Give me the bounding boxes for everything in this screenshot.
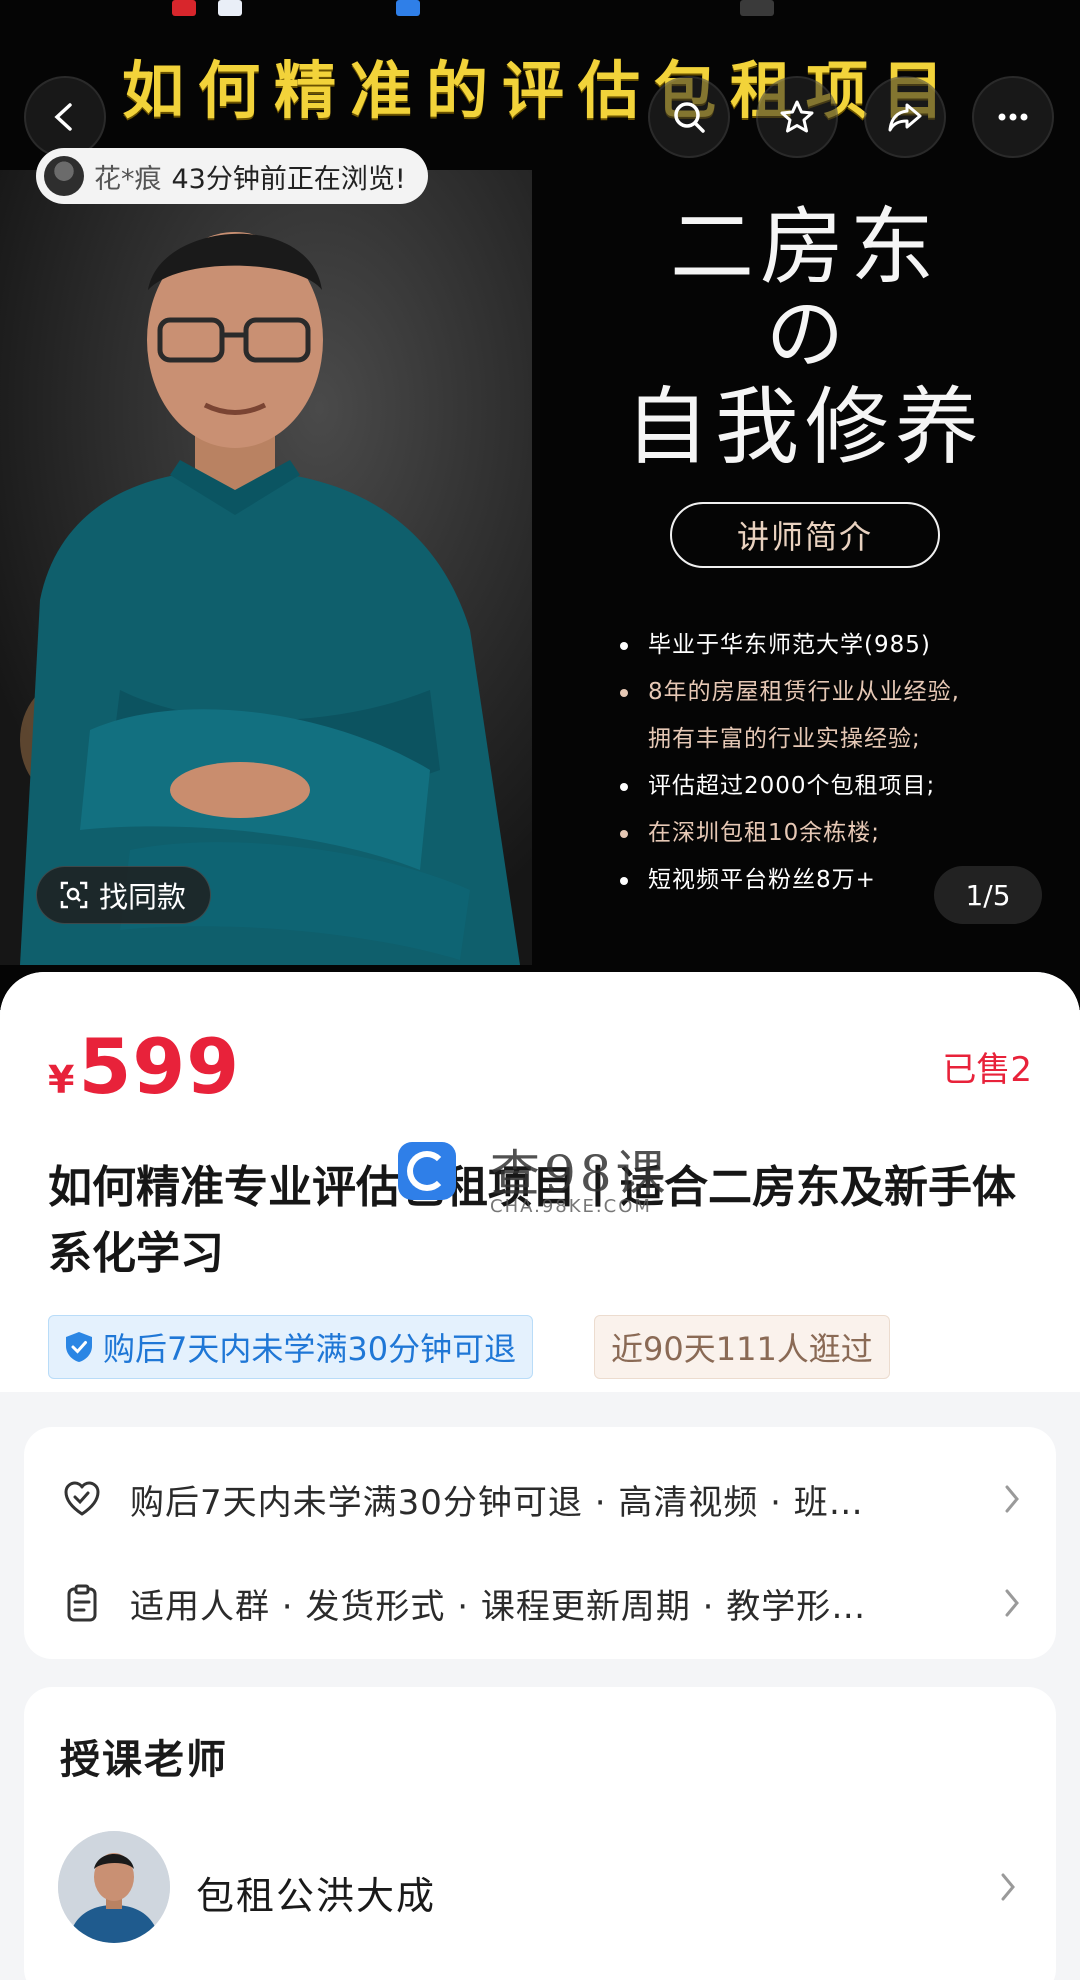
service-guarantee-text: 购后7天内未学满30分钟可退 · 高清视频 · 班… — [130, 1482, 864, 1523]
course-params-row[interactable]: 适用人群 · 发货形式 · 课程更新周期 · 教学形… — [62, 1573, 1022, 1633]
chevron-right-icon[interactable] — [998, 1871, 1018, 1903]
bullet-text: 短视频平台粉丝8万+ — [648, 867, 876, 893]
search-button[interactable] — [648, 76, 730, 158]
teacher-name[interactable]: 包租公洪大成 — [196, 1865, 436, 1920]
sold-count: 已售2 — [942, 1050, 1032, 1090]
bullet-item: 8年的房屋租赁行业从业经验, — [620, 669, 1040, 716]
bullet-text: 在深圳包租10余栋楼; — [648, 820, 881, 846]
star-icon — [780, 100, 814, 133]
bullet-text: 评估超过2000个包租项目; — [648, 773, 936, 799]
price: ¥ 599 — [48, 1022, 240, 1111]
promo-title-line3: 自我修养 — [624, 378, 985, 476]
service-guarantee-row[interactable]: 购后7天内未学满30分钟可退 · 高清视频 · 班… — [62, 1469, 1022, 1529]
bullet-item: 评估超过2000个包租项目; — [620, 763, 1040, 810]
viewer-avatar — [44, 156, 84, 196]
find-similar-button[interactable]: 找同款 — [36, 866, 212, 924]
bullet-text: 拥有丰富的行业实操经验; — [648, 726, 921, 752]
watermark-logo-icon — [398, 1142, 456, 1200]
bullet-dot — [620, 689, 628, 697]
watermark: 查98课 CHA.98KE.COM — [398, 1134, 688, 1224]
bullet-dot — [620, 642, 628, 650]
find-similar-label: 找同款 — [99, 880, 187, 914]
shield-check-icon — [66, 1332, 92, 1362]
teacher-avatar[interactable] — [58, 1831, 170, 1943]
scan-search-icon — [60, 881, 88, 909]
teacher-section-title: 授课老师 — [60, 1737, 228, 1783]
price-value: 599 — [78, 1022, 241, 1111]
app-notification-icon — [172, 0, 196, 16]
service-info-card: 购后7天内未学满30分钟可退 · 高清视频 · 班… 适用人群 · 发货形式 ·… — [24, 1427, 1056, 1659]
bullet-item: 拥有丰富的行业实操经验; — [620, 716, 1040, 763]
instructor-photo — [0, 170, 532, 965]
more-icon — [998, 113, 1028, 121]
clipboard-icon — [67, 1584, 97, 1622]
course-params-text: 适用人群 · 发货形式 · 课程更新周期 · 教学形… — [130, 1586, 867, 1627]
teacher-card: 授课老师 包租公洪大成 — [24, 1687, 1056, 1980]
bullet-item: 在深圳包租10余栋楼; — [620, 810, 1040, 857]
teacher-avatar-image — [58, 1831, 170, 1943]
more-button[interactable] — [972, 76, 1054, 158]
app-notification-icon — [396, 0, 420, 16]
refund-policy-label: 购后7天内未学满30分钟可退 — [103, 1330, 517, 1368]
status-bar — [0, 0, 1080, 18]
bullet-text: 毕业于华东师范大学(985) — [648, 632, 931, 658]
search-icon — [674, 102, 705, 133]
share-button[interactable] — [864, 76, 946, 158]
bullet-text: 8年的房屋租赁行业从业经验, — [648, 679, 960, 705]
favorite-button[interactable] — [756, 76, 838, 158]
product-gallery[interactable]: 如何精准的评估包租项目 花*痕 43分钟前正在浏览! 二房东 の 自我修养 讲师… — [0, 0, 1080, 1010]
back-button[interactable] — [24, 76, 106, 158]
gallery-page-counter: 1/5 — [934, 866, 1042, 924]
viewer-notice-text: 43分钟前正在浏览! — [171, 163, 406, 195]
instructor-portrait — [0, 170, 532, 965]
refund-policy-tag[interactable]: 购后7天内未学满30分钟可退 — [48, 1315, 534, 1379]
viewer-name: 花*痕 — [94, 163, 162, 195]
bullet-dot — [620, 830, 628, 838]
back-icon — [54, 103, 72, 131]
signal-icon — [740, 0, 774, 16]
bullet-dot — [620, 877, 628, 885]
chevron-right-icon — [1005, 1485, 1019, 1513]
instructor-intro-pill: 讲师简介 — [670, 502, 940, 568]
instructor-bullets: 毕业于华东师范大学(985) 8年的房屋租赁行业从业经验, 拥有丰富的行业实操经… — [620, 622, 1040, 904]
visits-tag: 近90天111人逛过 — [594, 1315, 890, 1379]
heart-shield-icon — [64, 1481, 100, 1516]
watermark-url: CHA.98KE.COM — [490, 1196, 652, 1217]
bullet-dot — [620, 783, 628, 791]
bullet-item: 毕业于华东师范大学(985) — [620, 622, 1040, 669]
share-icon — [888, 103, 922, 132]
recent-viewer-notice: 花*痕 43分钟前正在浏览! — [36, 148, 428, 204]
currency-symbol: ¥ — [48, 1058, 75, 1102]
app-notification-icon — [218, 0, 242, 16]
chevron-right-icon — [1005, 1589, 1019, 1617]
